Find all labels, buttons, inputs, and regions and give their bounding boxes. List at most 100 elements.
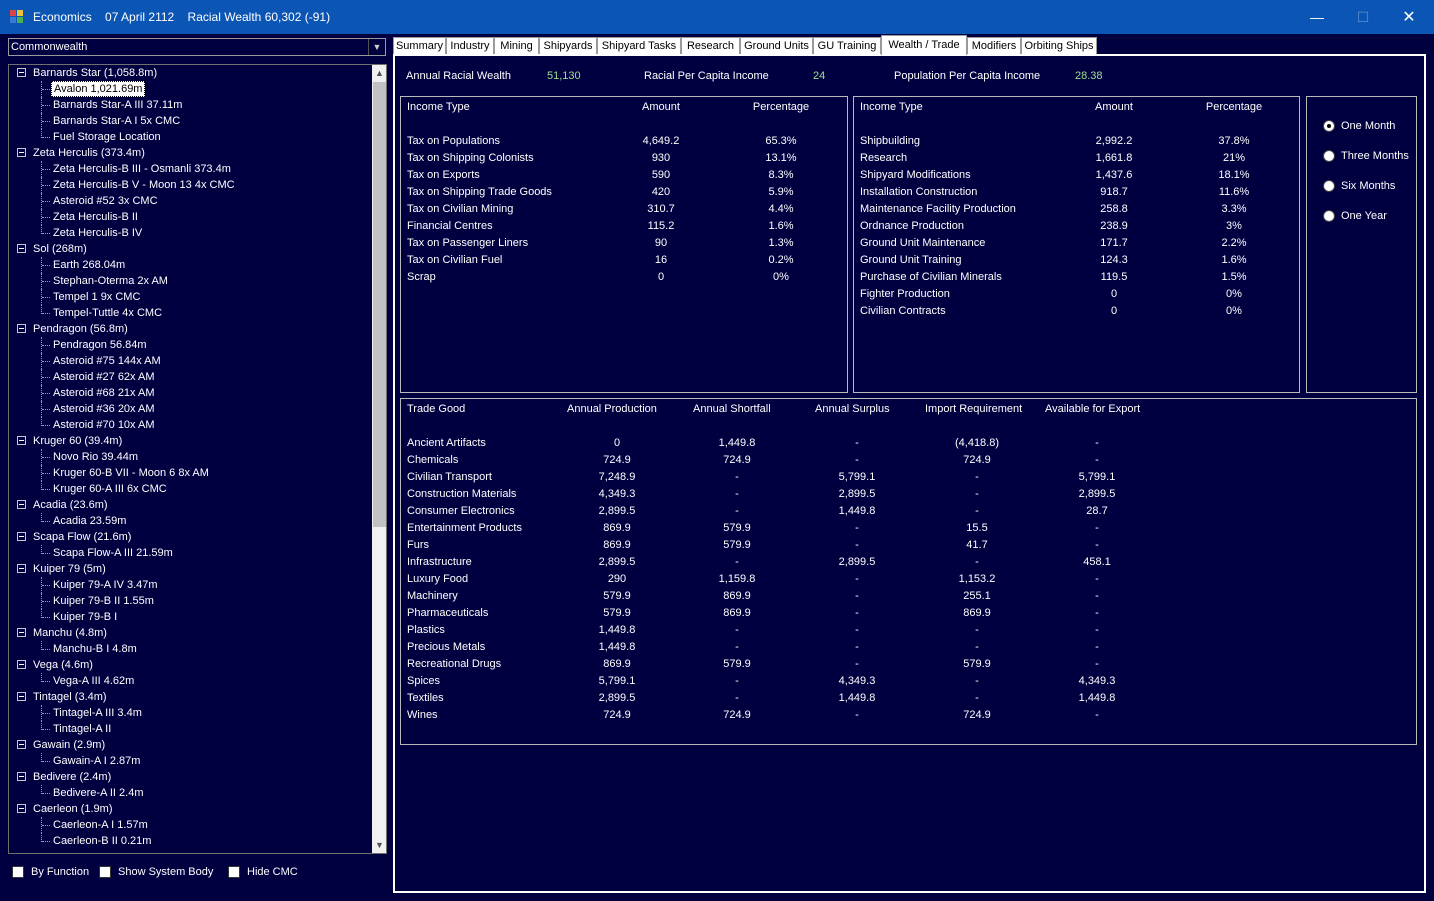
tree-body-node[interactable]: Zeta Herculis-B IV (51, 225, 144, 241)
tree-body-node[interactable]: Scapa Flow-A III 21.59m (51, 545, 175, 561)
tree-body-node[interactable]: Asteroid #75 144x AM (51, 353, 163, 369)
tree-body-node[interactable]: Tempel 1 9x CMC (51, 289, 142, 305)
tree-system-node[interactable]: Pendragon (56.8m) (33, 321, 128, 337)
minimize-icon[interactable]: — (1294, 0, 1340, 34)
tree-system-node[interactable]: Gawain (2.9m) (33, 737, 105, 753)
column-header[interactable]: Annual Production (567, 401, 657, 418)
tree-body-node[interactable]: Earth 268.04m (51, 257, 127, 273)
period-radio[interactable]: One Year (1323, 210, 1387, 222)
tree-body-node[interactable]: Caerleon-B II 0.21m (51, 833, 153, 849)
tree-body-node[interactable]: Kuiper 79-B I (51, 609, 119, 625)
column-header[interactable]: Percentage (1204, 99, 1264, 116)
collapse-icon[interactable] (17, 660, 26, 669)
tree-body-node[interactable]: Kuiper 79-B II 1.55m (51, 593, 156, 609)
column-header[interactable]: Annual Shortfall (693, 401, 771, 418)
tree-system-node[interactable]: Bedivere (2.4m) (33, 769, 111, 785)
checkbox-box[interactable] (228, 866, 240, 878)
scroll-thumb[interactable] (373, 82, 386, 527)
column-header[interactable]: Import Requirement (925, 401, 1022, 418)
period-radio[interactable]: One Month (1323, 120, 1395, 132)
checkbox-box[interactable] (12, 866, 24, 878)
radio-button[interactable] (1323, 180, 1335, 192)
tree-system-node[interactable]: Kuiper 79 (5m) (33, 561, 106, 577)
show-system-body-checkbox[interactable]: Show System Body (99, 866, 213, 878)
column-header[interactable]: Available for Export (1045, 401, 1140, 418)
collapse-icon[interactable] (17, 740, 26, 749)
hide-cmc-checkbox[interactable]: Hide CMC (228, 866, 298, 878)
tree-system-node[interactable]: Caerleon (1.9m) (33, 801, 112, 817)
period-radio[interactable]: Three Months (1323, 150, 1409, 162)
tree-body-node[interactable]: Asteroid #27 62x AM (51, 369, 157, 385)
tab-ground-units[interactable]: Ground Units (740, 37, 813, 55)
tree-body-node[interactable]: Acadia 23.59m (51, 513, 128, 529)
tab-modifiers[interactable]: Modifiers (967, 37, 1021, 55)
tree-scrollbar[interactable]: ▲ ▼ (372, 65, 386, 853)
collapse-icon[interactable] (17, 692, 26, 701)
tree-body-node[interactable]: Avalon 1,021.69m (51, 81, 146, 97)
column-header[interactable]: Income Type (860, 99, 923, 116)
tree-system-node[interactable]: Manchu (4.8m) (33, 625, 107, 641)
tab-shipyard-tasks[interactable]: Shipyard Tasks (597, 37, 681, 55)
period-radio[interactable]: Six Months (1323, 180, 1395, 192)
tree-body-node[interactable]: Zeta Herculis-B V - Moon 13 4x CMC (51, 177, 237, 193)
tree-body-node[interactable]: Pendragon 56.84m (51, 337, 149, 353)
tree-body-node[interactable]: Vega-A III 4.62m (51, 673, 136, 689)
tree-body-node[interactable]: Caerleon-A I 1.57m (51, 817, 150, 833)
tree-body-node[interactable]: Tintagel-A III 3.4m (51, 705, 144, 721)
close-icon[interactable]: ✕ (1386, 0, 1432, 34)
collapse-icon[interactable] (17, 804, 26, 813)
tree-system-node[interactable]: Sol (268m) (33, 241, 87, 257)
expense-list[interactable]: Income Type Amount Percentage Shipbuilding 2… (853, 96, 1300, 393)
collapse-icon[interactable] (17, 436, 26, 445)
tree-body-node[interactable]: Asteroid #70 10x AM (51, 417, 157, 433)
column-header[interactable]: Trade Good (407, 401, 465, 418)
collapse-icon[interactable] (17, 500, 26, 509)
tree-body-node[interactable]: Barnards Star-A I 5x CMC (51, 113, 182, 129)
tree-system-node[interactable]: Zeta Herculis (373.4m) (33, 145, 145, 161)
column-header[interactable]: Annual Surplus (815, 401, 890, 418)
column-header[interactable]: Income Type (407, 99, 470, 116)
tree-body-node[interactable]: Asteroid #52 3x CMC (51, 193, 160, 209)
tab-mining[interactable]: Mining (494, 37, 539, 55)
tree-body-node[interactable]: Stephan-Oterma 2x AM (51, 273, 170, 289)
tree-body-node[interactable]: Zeta Herculis-B III - Osmanli 373.4m (51, 161, 233, 177)
tab-orbiting-ships[interactable]: Orbiting Ships (1021, 37, 1097, 55)
tree-system-node[interactable]: Barnards Star (1,058.8m) (33, 65, 157, 81)
maximize-icon[interactable]: ☐ (1340, 0, 1386, 34)
tab-wealth-trade[interactable]: Wealth / Trade (881, 35, 967, 55)
tab-summary[interactable]: Summary (393, 37, 446, 55)
checkbox-box[interactable] (99, 866, 111, 878)
column-header[interactable]: Amount (1084, 99, 1144, 116)
collapse-icon[interactable] (17, 628, 26, 637)
collapse-icon[interactable] (17, 772, 26, 781)
scroll-down-icon[interactable]: ▼ (372, 837, 386, 853)
tree-body-node[interactable]: Kuiper 79-A IV 3.47m (51, 577, 160, 593)
population-tree[interactable]: ▲ ▼ Barnards Star (1,058.8m) Avalon 1,021… (8, 64, 387, 854)
tree-system-node[interactable]: Scapa Flow (21.6m) (33, 529, 131, 545)
tree-body-node[interactable]: Kruger 60-A III 6x CMC (51, 481, 169, 497)
scroll-up-icon[interactable]: ▲ (372, 65, 386, 81)
tree-body-node[interactable]: Bedivere-A II 2.4m (51, 785, 146, 801)
radio-button[interactable] (1323, 120, 1335, 132)
tree-system-node[interactable]: Acadia (23.6m) (33, 497, 108, 513)
tree-body-node[interactable]: Novo Rio 39.44m (51, 449, 140, 465)
tab-gu-training[interactable]: GU Training (813, 37, 881, 55)
tree-body-node[interactable]: Manchu-B I 4.8m (51, 641, 139, 657)
tree-body-node[interactable]: Barnards Star-A III 37.11m (51, 97, 184, 113)
tree-body-node[interactable]: Asteroid #68 21x AM (51, 385, 157, 401)
by-function-checkbox[interactable]: By Function (12, 866, 89, 878)
tree-body-node[interactable]: Kruger 60-B VII - Moon 6 8x AM (51, 465, 211, 481)
tab-shipyards[interactable]: Shipyards (539, 37, 597, 55)
tab-research[interactable]: Research (681, 37, 740, 55)
column-header[interactable]: Percentage (751, 99, 811, 116)
trade-goods-list[interactable]: Trade Good Annual Production Annual Shortf… (400, 398, 1417, 745)
radio-button[interactable] (1323, 210, 1335, 222)
tree-body-node[interactable]: Gawain-A I 2.87m (51, 753, 142, 769)
tree-body-node[interactable]: Tempel-Tuttle 4x CMC (51, 305, 164, 321)
collapse-icon[interactable] (17, 244, 26, 253)
income-list[interactable]: Income Type Amount Percentage Tax on Popula… (400, 96, 848, 393)
radio-button[interactable] (1323, 150, 1335, 162)
tree-system-node[interactable]: Tintagel (3.4m) (33, 689, 107, 705)
column-header[interactable]: Amount (631, 99, 691, 116)
collapse-icon[interactable] (17, 564, 26, 573)
